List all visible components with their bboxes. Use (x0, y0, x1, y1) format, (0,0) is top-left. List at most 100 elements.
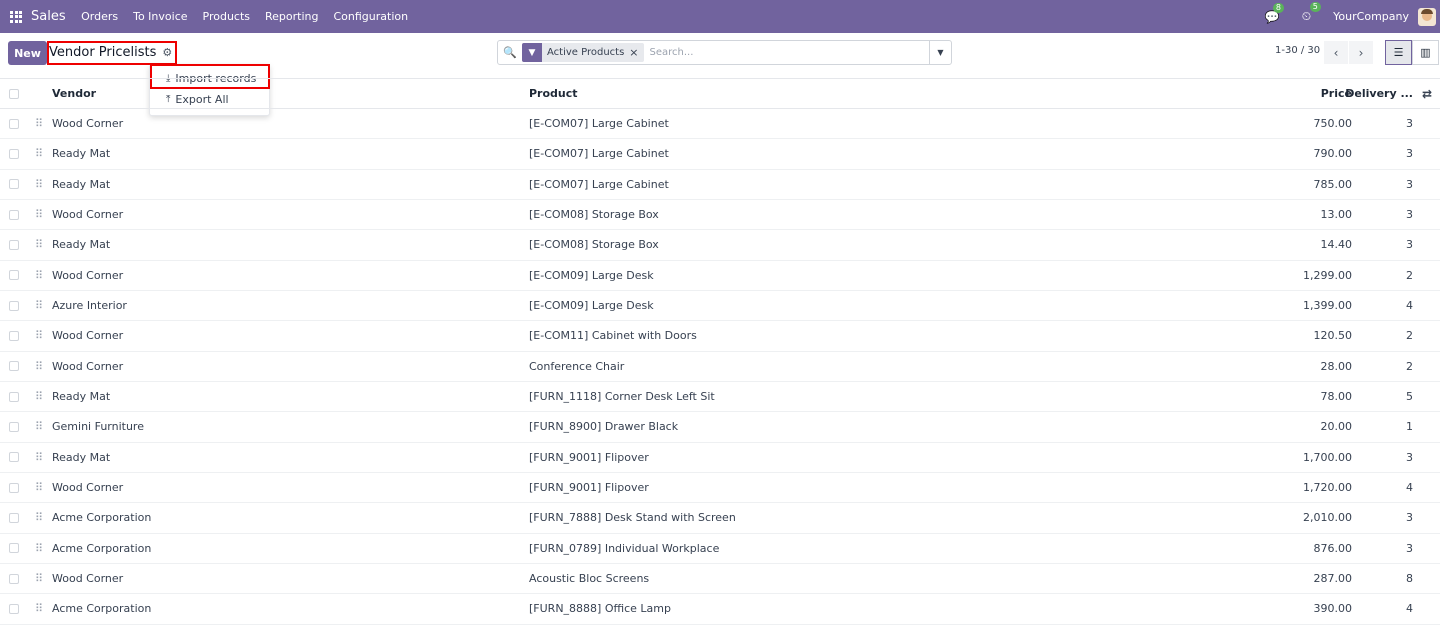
kanban-view-button[interactable]: ▥ (1412, 40, 1439, 65)
table-row[interactable]: ⠿ Wood Corner Conference Chair 28.00 2 (0, 352, 1440, 382)
row-checkbox[interactable] (9, 512, 19, 523)
drag-handle-icon[interactable]: ⠿ (35, 382, 43, 411)
table-row[interactable]: ⠿ Wood Corner [FURN_9001] Flipover 1,720.00… (0, 473, 1440, 504)
drag-handle-icon[interactable]: ⠿ (35, 109, 43, 138)
pager-next-button[interactable]: › (1349, 41, 1373, 64)
drag-handle-icon[interactable]: ⠿ (35, 261, 43, 290)
activities-button[interactable]: ⏲ 5 (1302, 2, 1321, 24)
column-header-vendor[interactable]: Vendor (52, 79, 96, 108)
row-checkbox[interactable] (9, 270, 19, 281)
user-avatar[interactable] (1418, 7, 1436, 26)
optional-columns-icon[interactable]: ⇄ (1422, 79, 1432, 108)
table-row[interactable]: ⠿ Wood Corner Acoustic Bloc Screens 287.00 8 (0, 564, 1440, 595)
row-checkbox[interactable] (9, 421, 19, 432)
drag-handle-icon[interactable]: ⠿ (35, 503, 43, 532)
row-checkbox[interactable] (9, 330, 19, 341)
table-row[interactable]: ⠿ Azure Interior [E-COM09] Large Desk 1,399… (0, 291, 1440, 322)
product-cell: [FURN_9001] Flipover (529, 481, 649, 495)
table-row[interactable]: ⠿ Ready Mat [E-COM08] Storage Box 14.40 3 (0, 230, 1440, 261)
navbar-systray: 💬 8 ⏲ 5 YourCompany (1265, 0, 1440, 33)
menu-orders[interactable]: Orders (74, 10, 126, 23)
messages-button[interactable]: 💬 8 (1265, 2, 1284, 24)
list-view-button[interactable]: ☰ (1385, 40, 1412, 65)
app-brand[interactable]: Sales (31, 9, 66, 24)
company-switcher[interactable]: YourCompany (1333, 10, 1409, 23)
row-checkbox[interactable] (9, 573, 19, 584)
drag-handle-icon[interactable]: ⠿ (35, 321, 43, 350)
table-row[interactable]: ⠿ Acme Corporation [FURN_8888] Office Lamp… (0, 594, 1440, 625)
table-row[interactable]: ⠿ Wood Corner [E-COM11] Cabinet with Doors… (0, 321, 1440, 352)
apps-grid-icon[interactable] (10, 10, 22, 23)
row-checkbox[interactable] (9, 482, 19, 493)
row-checkbox[interactable] (9, 543, 19, 554)
row-checkbox[interactable] (9, 118, 19, 129)
search-bar: 🔍 ▼ Active Products × ▼ (497, 40, 952, 65)
price-cell: 287.00 (1313, 572, 1353, 586)
drag-handle-icon[interactable]: ⠿ (35, 594, 43, 623)
table-row[interactable]: ⠿ Ready Mat [FURN_1118] Corner Desk Left S… (0, 382, 1440, 413)
product-cell: [FURN_8900] Drawer Black (529, 420, 679, 434)
row-checkbox[interactable] (9, 300, 19, 311)
table-row[interactable]: ⠿ Ready Mat [E-COM07] Large Cabinet 790.00 3 (0, 139, 1440, 170)
drag-handle-icon[interactable]: ⠿ (35, 473, 43, 502)
vendor-pricelist-table: Vendor Product Price Delivery ... ⇄ ⠿ Woo… (0, 78, 1440, 625)
select-all-checkbox[interactable] (9, 88, 19, 99)
vendor-cell: Ready Mat (52, 238, 111, 252)
drag-handle-icon[interactable]: ⠿ (35, 412, 43, 441)
remove-facet-icon[interactable]: × (629, 43, 643, 62)
row-checkbox[interactable] (9, 179, 19, 190)
drag-handle-icon[interactable]: ⠿ (35, 443, 43, 472)
product-cell: [FURN_1118] Corner Desk Left Sit (529, 390, 715, 404)
table-row[interactable]: ⠿ Acme Corporation [FURN_7888] Desk Stand … (0, 503, 1440, 534)
delivery-cell: 3 (1406, 117, 1413, 131)
table-row[interactable]: ⠿ Wood Corner [E-COM08] Storage Box 13.00 3 (0, 200, 1440, 231)
drag-handle-icon[interactable]: ⠿ (35, 230, 43, 259)
pager-previous-button[interactable]: ‹ (1324, 41, 1348, 64)
pager-value[interactable]: 1-30 / 30 (1275, 45, 1320, 56)
search-input[interactable] (649, 47, 920, 58)
delivery-cell: 3 (1406, 450, 1413, 464)
drag-handle-icon[interactable]: ⠿ (35, 170, 43, 199)
table-row[interactable]: ⠿ Ready Mat [FURN_9001] Flipover 1,700.00 3 (0, 443, 1440, 473)
search-icon[interactable]: 🔍 (498, 46, 522, 59)
row-checkbox[interactable] (9, 148, 19, 159)
row-checkbox[interactable] (9, 239, 19, 250)
table-row[interactable]: ⠿ Ready Mat [E-COM07] Large Cabinet 785.00 3 (0, 170, 1440, 200)
vendor-cell: Acme Corporation (52, 511, 152, 525)
vendor-cell: Ready Mat (52, 147, 111, 161)
delivery-cell: 3 (1406, 208, 1413, 222)
menu-to-invoice[interactable]: To Invoice (126, 10, 195, 23)
table-row[interactable]: ⠿ Gemini Furniture [FURN_8900] Drawer Blac… (0, 412, 1440, 443)
menu-configuration[interactable]: Configuration (326, 10, 416, 23)
search-options-toggle[interactable]: ▼ (929, 41, 951, 64)
drag-handle-icon[interactable]: ⠿ (35, 291, 43, 320)
row-checkbox[interactable] (9, 361, 19, 372)
drag-handle-icon[interactable]: ⠿ (35, 352, 43, 381)
table-row[interactable]: ⠿ Acme Corporation [FURN_0789] Individual … (0, 534, 1440, 564)
delivery-cell: 4 (1406, 299, 1413, 313)
vendor-cell: Wood Corner (52, 359, 124, 373)
delivery-cell: 8 (1406, 572, 1413, 586)
product-cell: [E-COM07] Large Cabinet (529, 147, 669, 161)
menu-reporting[interactable]: Reporting (258, 10, 326, 23)
drag-handle-icon[interactable]: ⠿ (35, 200, 43, 229)
drag-handle-icon[interactable]: ⠿ (35, 139, 43, 168)
new-button[interactable]: New (8, 41, 47, 65)
row-checkbox[interactable] (9, 452, 19, 463)
column-header-product[interactable]: Product (529, 79, 578, 108)
row-checkbox[interactable] (9, 209, 19, 220)
price-cell: 785.00 (1313, 177, 1353, 191)
vendor-cell: Ready Mat (52, 177, 111, 191)
delivery-cell: 4 (1406, 602, 1413, 616)
drag-handle-icon[interactable]: ⠿ (35, 564, 43, 593)
row-checkbox[interactable] (9, 391, 19, 402)
drag-handle-icon[interactable]: ⠿ (35, 534, 43, 563)
table-row[interactable]: ⠿ Wood Corner [E-COM07] Large Cabinet 750.0… (0, 109, 1440, 140)
main-menu: Orders To Invoice Products Reporting Con… (74, 10, 416, 23)
delivery-cell: 3 (1406, 541, 1413, 555)
vendor-cell: Ready Mat (52, 390, 111, 404)
menu-products[interactable]: Products (195, 10, 258, 23)
table-row[interactable]: ⠿ Wood Corner [E-COM09] Large Desk 1,299.00… (0, 261, 1440, 291)
row-checkbox[interactable] (9, 603, 19, 614)
column-header-delivery[interactable]: Delivery ... (1345, 79, 1413, 108)
